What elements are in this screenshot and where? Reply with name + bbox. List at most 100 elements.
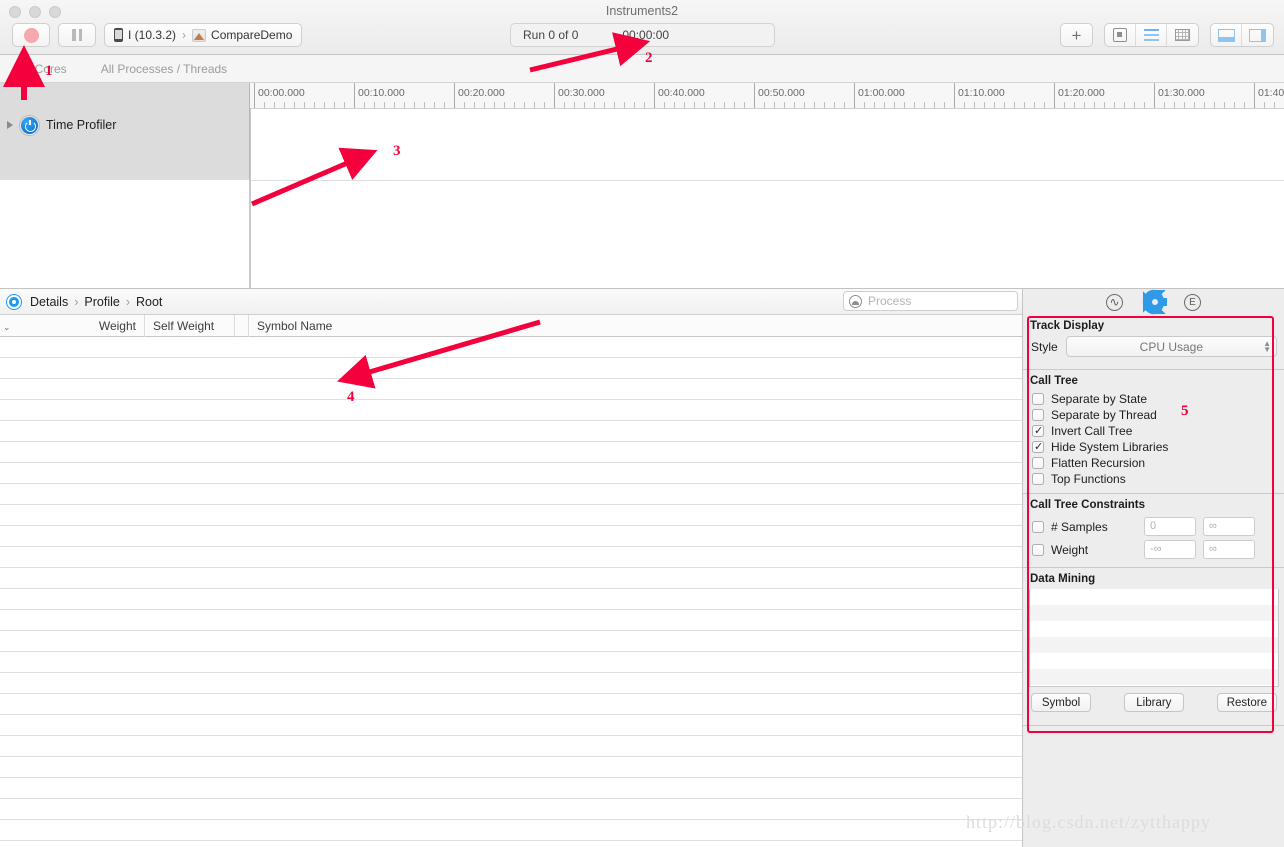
table-row[interactable] (0, 589, 1022, 610)
table-row[interactable] (0, 736, 1022, 757)
target-selector[interactable]: I (10.3.2) › CompareDemo (104, 23, 303, 47)
table-row[interactable] (0, 610, 1022, 631)
ruler-tick-major: 00:00.000 (254, 83, 305, 108)
call-tree-option-row[interactable]: Separate by State (1023, 391, 1284, 407)
table-row[interactable] (0, 400, 1022, 421)
right-pane-button[interactable] (1242, 24, 1273, 46)
timeline-ruler[interactable]: 00:00.000 00:10.000 00:20.000 00:30.000 00:4… (250, 83, 1284, 109)
data-mining-row[interactable] (1030, 621, 1278, 637)
column-header-symbol-name[interactable]: Symbol Name (249, 315, 1022, 337)
checkbox-icon[interactable] (1032, 424, 1044, 437)
bottom-pane-button[interactable] (1211, 24, 1242, 46)
breadcrumb-item-root[interactable]: Root (136, 295, 162, 309)
data-mining-row[interactable] (1030, 653, 1278, 669)
ruler-tick-minor (844, 102, 845, 108)
ruler-tick-minor (324, 102, 325, 108)
table-row[interactable] (0, 568, 1022, 589)
data-mining-row[interactable] (1030, 637, 1278, 653)
cpu-chip-button[interactable] (1105, 24, 1136, 46)
constraint-max-input[interactable]: ∞ (1203, 540, 1255, 559)
restore-button[interactable]: Restore (1216, 693, 1277, 712)
table-row[interactable] (0, 379, 1022, 400)
breadcrumb-item-profile[interactable]: Profile (84, 295, 119, 309)
call-tree-option-row[interactable]: Invert Call Tree (1023, 423, 1284, 439)
constraint-min-input[interactable]: 0 (1144, 517, 1196, 536)
style-dropdown[interactable]: CPU Usage ▲ ▼ (1065, 336, 1277, 357)
table-row[interactable] (0, 337, 1022, 358)
checkbox-icon[interactable] (1032, 543, 1044, 556)
table-row[interactable] (0, 463, 1022, 484)
run-time-display[interactable]: Run 0 of 0 00:00:00 (510, 23, 775, 47)
disclosure-triangle-icon[interactable] (7, 121, 13, 129)
call-tree-option-row[interactable]: Flatten Recursion (1023, 455, 1284, 471)
library-button[interactable]: Library (1123, 693, 1184, 712)
table-row[interactable] (0, 505, 1022, 526)
data-mining-row[interactable] (1030, 589, 1278, 605)
table-row[interactable] (0, 694, 1022, 715)
list-view-button[interactable] (1136, 24, 1167, 46)
table-row[interactable] (0, 778, 1022, 799)
ruler-tick-minor (604, 102, 605, 108)
table-row[interactable] (0, 358, 1022, 379)
checkbox-icon[interactable] (1032, 409, 1044, 421)
table-row[interactable] (0, 526, 1022, 547)
data-mining-row[interactable] (1030, 669, 1278, 685)
processes-filter[interactable]: All Processes / Threads (101, 62, 228, 76)
constraint-row[interactable]: # Samples 0 ∞ (1023, 515, 1284, 538)
display-settings-tab[interactable] (1143, 290, 1167, 314)
call-tree-option-row[interactable]: Top Functions (1023, 471, 1284, 487)
record-settings-tab[interactable]: ∿ (1106, 293, 1123, 311)
constraint-max-input[interactable]: ∞ (1203, 517, 1255, 536)
record-button[interactable] (12, 23, 50, 47)
checkbox-icon[interactable] (1032, 473, 1044, 485)
column-header-self-weight[interactable]: Self Weight (145, 315, 235, 337)
ruler-tick-minor (1124, 102, 1125, 108)
table-row[interactable] (0, 652, 1022, 673)
table-row[interactable] (0, 631, 1022, 652)
table-row[interactable] (0, 673, 1022, 694)
view-mode-group[interactable] (1104, 23, 1199, 47)
ruler-tick-minor (484, 102, 485, 108)
ruler-tick-minor (1084, 102, 1085, 108)
breadcrumb[interactable]: Details › Profile › Root (30, 295, 162, 309)
checkbox-icon[interactable] (1032, 520, 1044, 533)
data-mining-row[interactable] (1030, 605, 1278, 621)
data-mining-buttons: Symbol Library Restore (1023, 687, 1284, 719)
detail-table-body[interactable] (0, 337, 1022, 847)
call-tree-option-row[interactable]: Hide System Libraries (1023, 439, 1284, 455)
checkbox-icon[interactable] (1032, 440, 1044, 453)
call-tree-option-row[interactable]: Separate by Thread (1023, 407, 1284, 423)
waveform-icon: ∿ (1109, 295, 1120, 309)
table-row[interactable] (0, 547, 1022, 568)
breadcrumb-item-details[interactable]: Details (30, 295, 68, 309)
pane-toggle-group[interactable] (1210, 23, 1274, 47)
grid-view-button[interactable] (1167, 24, 1198, 46)
data-mining-list[interactable] (1029, 589, 1279, 687)
constraint-min-input[interactable]: -∞ (1144, 540, 1196, 559)
table-row[interactable] (0, 715, 1022, 736)
process-filter-field[interactable]: Process (843, 291, 1018, 311)
strategy-bar: All Cores All Processes / Threads (0, 55, 1284, 83)
table-row[interactable] (0, 757, 1022, 778)
column-header-weight[interactable]: Weight ⌄ (0, 315, 145, 337)
checkbox-icon[interactable] (1032, 457, 1044, 469)
table-row[interactable] (0, 442, 1022, 463)
add-instrument-group[interactable]: + (1060, 23, 1093, 47)
add-instrument-button[interactable]: + (1061, 24, 1092, 46)
constraint-label: Weight (1051, 542, 1089, 557)
extended-detail-tab[interactable]: E (1184, 293, 1201, 311)
call-tree-option-label: Separate by Thread (1051, 408, 1157, 422)
table-row[interactable] (0, 820, 1022, 841)
table-row[interactable] (0, 799, 1022, 820)
pause-button[interactable] (58, 23, 96, 47)
track-row-time-profiler[interactable]: Time Profiler (0, 111, 250, 139)
ruler-tick-minor (974, 102, 975, 108)
track-lane[interactable] (250, 109, 1284, 288)
sort-chevron-down-icon[interactable]: ⌄ (3, 316, 11, 338)
checkbox-icon[interactable] (1032, 393, 1044, 405)
constraint-row[interactable]: Weight -∞ ∞ (1023, 538, 1284, 561)
symbol-button[interactable]: Symbol (1031, 693, 1091, 712)
table-row[interactable] (0, 484, 1022, 505)
table-row[interactable] (0, 421, 1022, 442)
cores-filter[interactable]: All Cores (18, 62, 67, 76)
